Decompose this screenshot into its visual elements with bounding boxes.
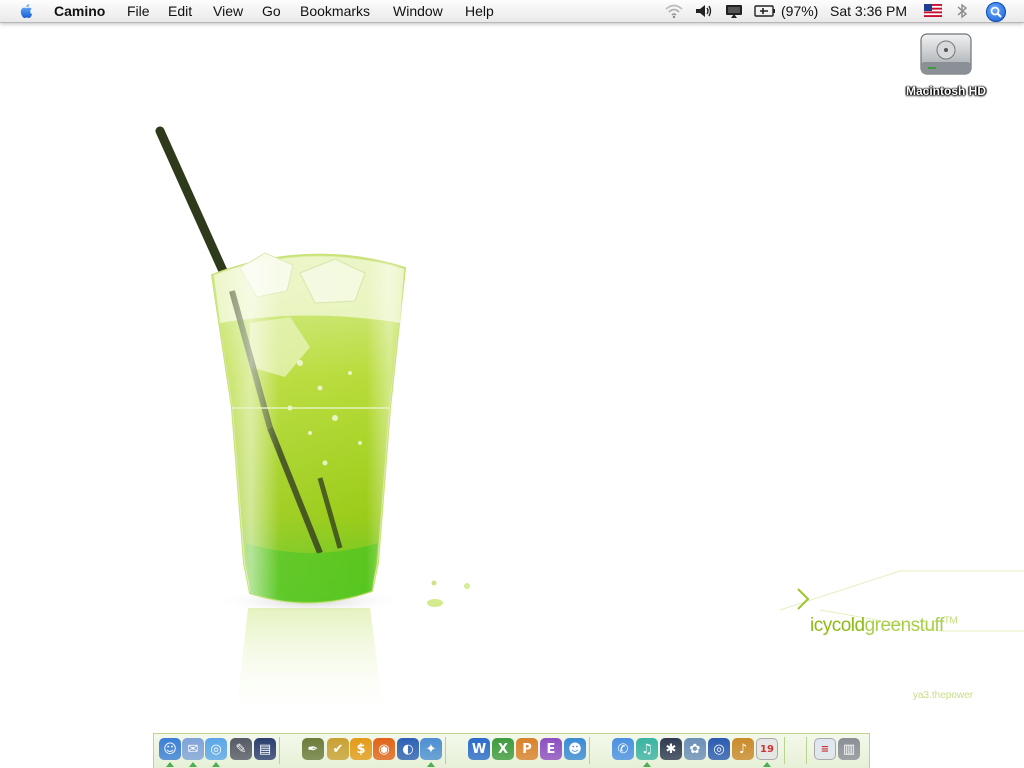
desktop-icon-label: Macintosh HD [905, 84, 986, 98]
pen-tool-icon: ✒ [302, 738, 324, 760]
finder-icon: ☺ [159, 738, 181, 760]
battery-percent[interactable]: (97%) [781, 3, 818, 19]
running-indicator [189, 762, 197, 767]
imovie-icon: ✱ [660, 738, 682, 760]
document-icon: ≡ [814, 738, 836, 760]
menu-view[interactable]: View [213, 3, 243, 19]
brand-part-1: icycold [810, 615, 865, 636]
running-indicator [212, 762, 220, 767]
idvd-icon: ◎ [708, 738, 730, 760]
menu-window[interactable]: Window [393, 3, 443, 19]
wifi-icon[interactable] [664, 3, 684, 19]
mail-icon: ✉ [182, 738, 204, 760]
entourage-icon: E [540, 738, 562, 760]
calendar-icon: 19 [756, 738, 778, 760]
powerpoint-icon: P [516, 738, 538, 760]
script-editor-icon: ✎ [230, 738, 252, 760]
dock-separator [784, 737, 785, 764]
hard-drive-icon [920, 33, 972, 75]
dollar-icon: $ [350, 738, 372, 760]
menu-go[interactable]: Go [262, 3, 281, 19]
menu-bookmarks[interactable]: Bookmarks [300, 3, 370, 19]
wallpaper-brand-text: icycoldgreenstuffTM [810, 615, 958, 637]
dock-separator [445, 737, 446, 764]
menu-bar: Camino File Edit View Go Bookmarks Windo… [0, 0, 1024, 23]
running-indicator [166, 762, 174, 767]
display-icon[interactable] [725, 3, 743, 19]
dock-separator [279, 737, 280, 764]
menu-help[interactable]: Help [465, 3, 494, 19]
itunes-icon: ♫ [636, 738, 658, 760]
safari-icon: ◎ [205, 738, 227, 760]
menu-clock[interactable]: Sat 3:36 PM [830, 3, 907, 19]
volume-icon[interactable] [695, 3, 713, 19]
globe-icon: ✦ [420, 738, 442, 760]
garageband-icon: ♪ [732, 738, 754, 760]
dock-separator [806, 737, 807, 764]
dock: ☺ ✉ ◎ ✎ ▤ ✒ ✔ $ ◉ ◐ ✦ W X P E ☻ ✆ ♫ ✱ ✿ ◎ ♪ 19 ≡ ▥ [153, 733, 870, 768]
ichat-icon: ✆ [612, 738, 634, 760]
trash-icon: ▥ [838, 738, 860, 760]
apple-menu-icon[interactable] [18, 2, 36, 20]
brand-trademark: TM [943, 615, 958, 627]
menu-file[interactable]: File [127, 3, 150, 19]
us-flag-icon[interactable] [924, 4, 942, 17]
spotlight-icon[interactable] [986, 2, 1006, 22]
battery-icon[interactable] [754, 3, 776, 19]
bluetooth-icon[interactable] [956, 3, 968, 19]
camino-icon: ◐ [397, 738, 419, 760]
wallpaper-credit: ya3.thepower [913, 690, 974, 701]
running-indicator [643, 762, 651, 767]
running-indicator [763, 762, 771, 767]
desktop-wallpaper: icycoldgreenstuffTM ya3.thepower [0, 23, 1024, 733]
menu-app-camino[interactable]: Camino [54, 3, 105, 19]
brand-part-2: greenstuff [864, 615, 945, 636]
checklist-icon: ✔ [327, 738, 349, 760]
firefox-icon: ◉ [373, 738, 395, 760]
word-icon: W [468, 738, 490, 760]
keynote-icon: ▤ [254, 738, 276, 760]
excel-icon: X [492, 738, 514, 760]
running-indicator [427, 762, 435, 767]
menu-edit[interactable]: Edit [168, 3, 192, 19]
dock-separator [589, 737, 590, 764]
messenger-icon: ☻ [564, 738, 586, 760]
iphoto-icon: ✿ [684, 738, 706, 760]
